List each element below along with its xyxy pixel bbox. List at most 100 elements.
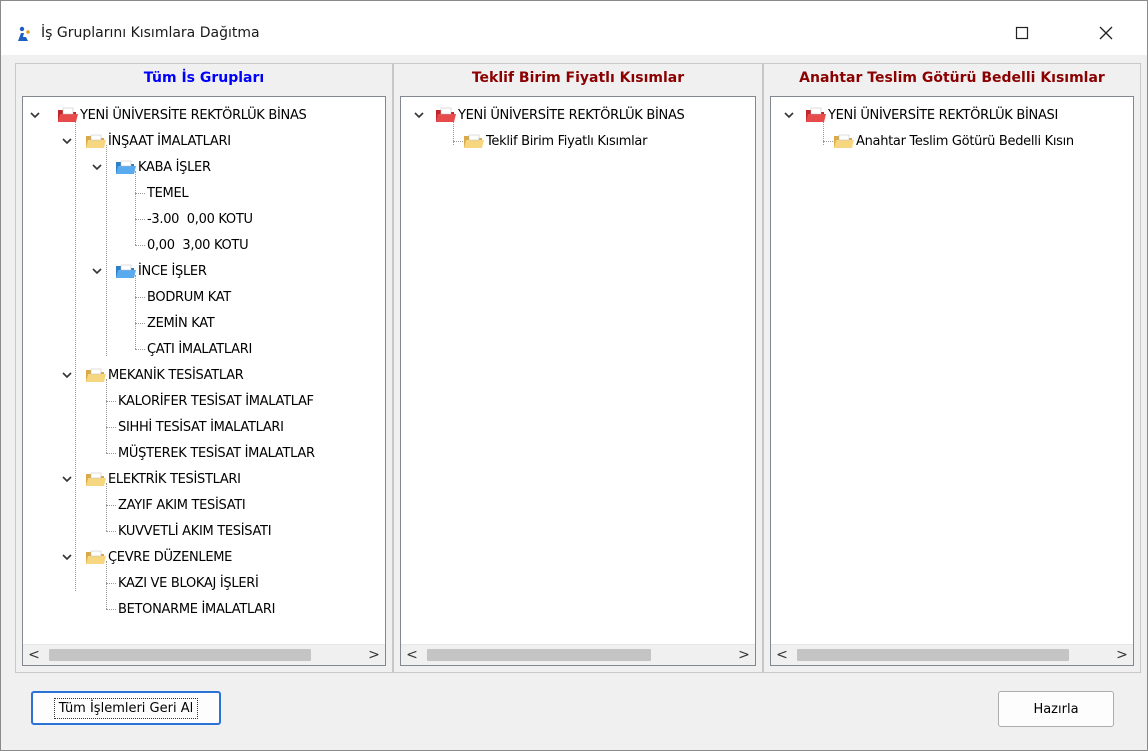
tree-node-betonarme[interactable]: BETONARME İMALATLARI [118,598,275,620]
tree-node-label: TEMEL [147,185,189,201]
yellow-folder-icon [85,132,107,150]
scroll-left-button[interactable]: < [401,645,423,665]
title-bar: İş Gruplarını Kısımlara Dağıtma [1,1,1147,55]
tree-node-mekanik[interactable]: MEKANİK TESİSATLAR [85,364,244,386]
client-area: Tüm İs Grupları YENİ ÜNİVERSİTE REKTÖRLÜ… [9,63,1141,673]
tree-line [106,531,116,532]
tree-node-elektrik[interactable]: ELEKTRİK TESİSTLARI [85,468,241,490]
tree-node-label: YENİ ÜNİVERSİTE REKTÖRLÜK BİNAS [458,107,685,123]
panel-all-groups: Tüm İs Grupları YENİ ÜNİVERSİTE REKTÖRLÜ… [15,63,393,673]
tree-node-label: MEKANİK TESİSATLAR [108,367,244,383]
panel-unit-price: Teklif Birim Fiyatlı Kısımlar YENİ ÜNİVE… [393,63,763,673]
chevron-down-icon[interactable] [61,551,73,563]
tree-node-label: ÇATI İMALATLARI [147,341,252,357]
prepare-button[interactable]: Hazırla [998,691,1114,727]
tree-line [135,219,145,220]
tree-node-kot2[interactable]: 0,00 3,00 KOTU [147,234,249,256]
tree-node-label: YENİ ÜNİVERSİTE REKTÖRLÜK BİNAS [80,107,307,123]
horizontal-scrollbar[interactable]: < > [23,644,385,665]
scroll-left-button[interactable]: < [23,645,45,665]
tree-node-label: BODRUM KAT [147,289,231,305]
chevron-down-icon[interactable] [91,265,103,277]
blue-folder-icon [115,158,137,176]
tree-node-label: ELEKTRİK TESİSTLARI [108,471,241,487]
tree-node-kuvvetli[interactable]: KUVVETLİ AKIM TESİSATI [118,520,272,542]
tree-node-kaba[interactable]: KABA İŞLER [115,156,211,178]
tree-node-root[interactable]: YENİ ÜNİVERSİTE REKTÖRLÜK BİNAS [435,104,685,126]
tree-node-cati[interactable]: ÇATI İMALATLARI [147,338,252,360]
panel-header-unit-price: Teklif Birim Fiyatlı Kısımlar [471,70,685,86]
tree-line [135,323,145,324]
tree-node-label: İNŞAAT İMALATLARI [108,133,231,149]
tree-line [135,171,136,245]
undo-all-label: Tüm İşlemleri Geri Al [53,697,199,719]
red-folder-icon [805,106,827,124]
tree-line [106,505,116,506]
prepare-label: Hazırla [1033,701,1079,717]
tree-line [135,349,145,350]
tree-node-kazi[interactable]: KAZI VE BLOKAJ İŞLERİ [118,572,259,594]
tree-node-label: KUVVETLİ AKIM TESİSATI [118,523,272,539]
tree-node-lump-sum[interactable]: Anahtar Teslim Götürü Bedelli Kısın [833,130,1074,152]
chevron-down-icon[interactable] [413,109,425,121]
tree-node-label: ZEMİN KAT [147,315,215,331]
scroll-thumb[interactable] [49,649,311,661]
tree-line [106,561,107,609]
app-logo-icon [18,26,30,41]
tree-line [135,193,145,194]
panel-lump-sum: Anahtar Teslim Götürü Bedelli Kısımlar Y… [763,63,1141,673]
tree-line [823,141,833,142]
chevron-down-icon[interactable] [61,369,73,381]
tree-node-insaat[interactable]: İNŞAAT İMALATLARI [85,130,231,152]
chevron-down-icon[interactable] [783,109,795,121]
tree-node-label: BETONARME İMALATLARI [118,601,276,617]
tree-node-temel[interactable]: TEMEL [147,182,189,204]
yellow-folder-icon [85,366,107,384]
tree-line [135,275,136,349]
scroll-right-button[interactable]: > [363,645,385,665]
tree-line [106,379,107,453]
dialog-window: İş Gruplarını Kısımlara Dağıtma Tüm İs G… [0,0,1148,751]
tree-lump-sum[interactable]: YENİ ÜNİVERSİTE REKTÖRLÜK BİNASI Anahtar… [770,96,1134,666]
chevron-down-icon[interactable] [91,161,103,173]
tree-line [106,401,116,402]
tree-node-root[interactable]: YENİ ÜNİVERSİTE REKTÖRLÜK BİNASI [805,104,1058,126]
undo-all-button[interactable]: Tüm İşlemleri Geri Al [31,691,221,725]
tree-node-musterek[interactable]: MÜŞTEREK TESİSAT İMALATLAR [118,442,315,464]
horizontal-scrollbar[interactable]: < > [771,644,1133,665]
tree-node-bodrum[interactable]: BODRUM KAT [147,286,231,308]
tree-all-groups[interactable]: YENİ ÜNİVERSİTE REKTÖRLÜK BİNAS İNŞAAT İ… [22,96,386,666]
tree-node-cevre[interactable]: ÇEVRE DÜZENLEME [85,546,232,568]
maximize-button[interactable] [999,15,1045,51]
scroll-left-button[interactable]: < [771,645,793,665]
tree-line [106,609,116,610]
tree-node-kot1[interactable]: -3.00 0,00 KOTU [147,208,253,230]
tree-node-ince[interactable]: İNCE İŞLER [115,260,207,282]
tree-node-label: ÇEVRE DÜZENLEME [108,549,233,565]
tree-node-zayif[interactable]: ZAYIF AKIM TESİSATI [118,494,246,516]
tree-node-label: -3.00 0,00 KOTU [147,211,253,227]
chevron-down-icon[interactable] [61,135,73,147]
tree-node-sihhi[interactable]: SIHHİ TESİSAT İMALATLARI [118,416,284,438]
tree-unit-price[interactable]: YENİ ÜNİVERSİTE REKTÖRLÜK BİNAS Teklif B… [400,96,756,666]
yellow-folder-icon [85,470,107,488]
yellow-folder-icon [85,548,107,566]
scroll-thumb[interactable] [797,649,1069,661]
tree-node-kalorifer[interactable]: KALORİFER TESİSAT İMALATLAF [118,390,314,412]
horizontal-scrollbar[interactable]: < > [401,644,755,665]
tree-node-label: KAZI VE BLOKAJ İŞLERİ [118,575,259,591]
tree-node-root[interactable]: YENİ ÜNİVERSİTE REKTÖRLÜK BİNAS [57,104,307,126]
tree-node-label: KALORİFER TESİSAT İMALATLAF [118,393,314,409]
close-button[interactable] [1083,15,1129,51]
yellow-folder-icon [833,132,855,150]
tree-line [106,583,116,584]
red-folder-icon [435,106,457,124]
scroll-thumb[interactable] [427,649,651,661]
scroll-right-button[interactable]: > [1111,645,1133,665]
chevron-down-icon[interactable] [61,473,73,485]
tree-node-unit-price[interactable]: Teklif Birim Fiyatlı Kısımlar [463,130,647,152]
scroll-right-button[interactable]: > [733,645,755,665]
tree-node-zemin[interactable]: ZEMİN KAT [147,312,215,334]
tree-node-label: ZAYIF AKIM TESİSATI [118,497,246,513]
chevron-down-icon[interactable] [29,109,41,121]
